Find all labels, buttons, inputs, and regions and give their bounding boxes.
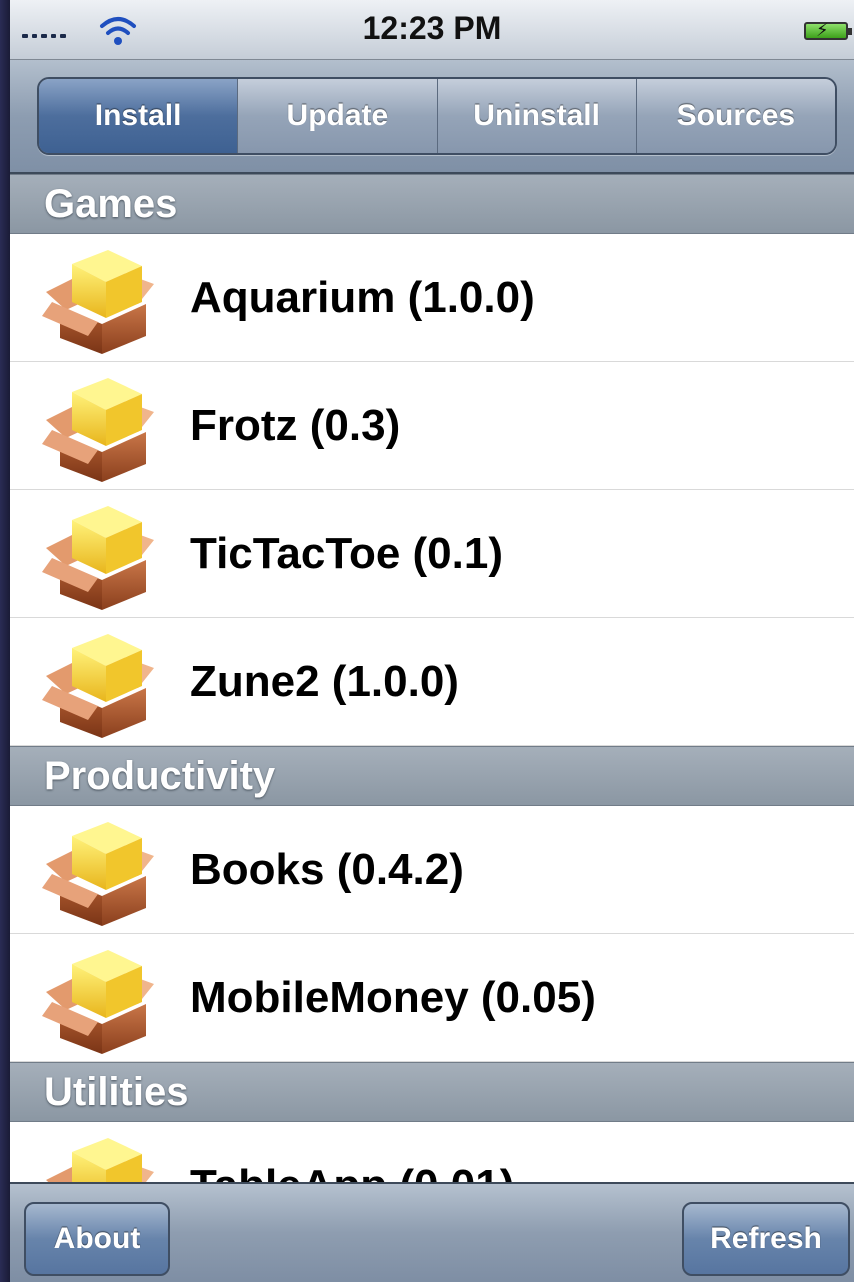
- package-name: Books (0.4.2): [190, 844, 464, 894]
- list-item[interactable]: Aquarium (1.0.0): [10, 234, 854, 362]
- list-item[interactable]: Zune2 (1.0.0): [10, 618, 854, 746]
- refresh-button[interactable]: Refresh: [682, 1202, 850, 1276]
- nav-bar: Install Update Uninstall Sources: [10, 60, 854, 174]
- package-name: Aquarium (1.0.0): [190, 272, 535, 322]
- screen-edge-frame: [0, 0, 10, 1282]
- package-name: TicTacToe (0.1): [190, 528, 503, 578]
- tab-update[interactable]: Update: [237, 79, 437, 153]
- package-box-icon: [42, 1138, 154, 1182]
- list-item[interactable]: MobileMoney (0.05): [10, 934, 854, 1062]
- package-name: MobileMoney (0.05): [190, 972, 596, 1022]
- tab-uninstall[interactable]: Uninstall: [436, 79, 636, 153]
- about-button[interactable]: About: [24, 1202, 170, 1276]
- package-box-icon: [42, 634, 154, 738]
- section-header-games: Games: [10, 174, 854, 234]
- package-name: Zune2 (1.0.0): [190, 656, 459, 706]
- package-box-icon: [42, 378, 154, 482]
- section-header-utilities: Utilities: [10, 1062, 854, 1122]
- list-item[interactable]: TableApp (0.01): [10, 1122, 854, 1182]
- segmented-control: Install Update Uninstall Sources: [37, 77, 837, 155]
- list-item[interactable]: TicTacToe (0.1): [10, 490, 854, 618]
- battery-charging-icon: ⚡: [804, 20, 852, 40]
- bottom-toolbar: About Refresh: [10, 1182, 854, 1282]
- list-item[interactable]: Frotz (0.3): [10, 362, 854, 490]
- package-name: Frotz (0.3): [190, 400, 401, 450]
- package-box-icon: [42, 822, 154, 926]
- package-list[interactable]: Games Aquarium (1.0.0) Frotz (0.3) TicTa…: [10, 174, 854, 1182]
- tab-sources[interactable]: Sources: [635, 79, 835, 153]
- package-name: TableApp (0.01): [190, 1161, 514, 1183]
- package-box-icon: [42, 506, 154, 610]
- status-bar: 12:23 PM ⚡: [10, 0, 854, 60]
- package-box-icon: [42, 950, 154, 1054]
- tab-install[interactable]: Install: [39, 79, 238, 153]
- package-box-icon: [42, 250, 154, 354]
- list-item[interactable]: Books (0.4.2): [10, 806, 854, 934]
- section-header-productivity: Productivity: [10, 746, 854, 806]
- phone-screen: 12:23 PM ⚡ Install Update Uninstall Sour…: [10, 0, 854, 1282]
- status-time: 12:23 PM: [362, 10, 502, 46]
